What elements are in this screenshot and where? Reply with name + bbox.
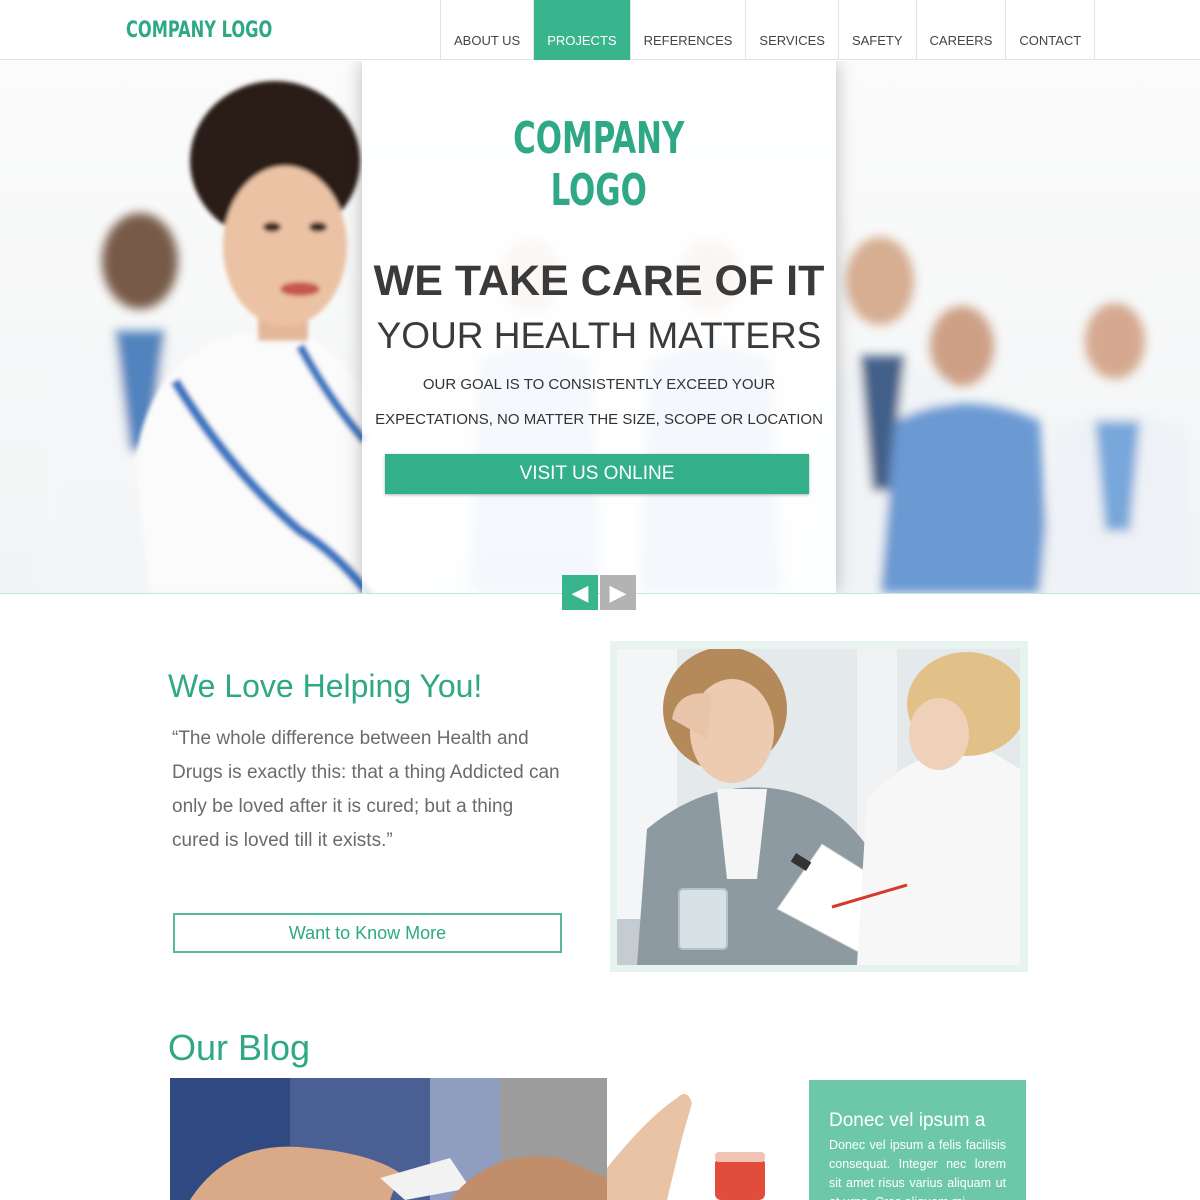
patient-consultation-image bbox=[617, 649, 1020, 965]
slider-next-arrow-icon[interactable]: ▶ bbox=[600, 575, 636, 610]
nav-about-us[interactable]: ABOUT US bbox=[440, 0, 533, 60]
about-photo-frame bbox=[610, 641, 1028, 972]
slider-prev-arrow-icon[interactable]: ◀ bbox=[562, 575, 598, 610]
nav-projects[interactable]: PROJECTS bbox=[533, 0, 630, 60]
about-photo bbox=[617, 649, 1020, 965]
nav-contact[interactable]: CONTACT bbox=[1005, 0, 1096, 60]
nav-careers[interactable]: CAREERS bbox=[915, 0, 1006, 60]
nav-services[interactable]: SERVICES bbox=[745, 0, 838, 60]
hero-logo: COMPANY LOGO bbox=[362, 113, 836, 217]
hero-slider: COMPANY LOGO WE TAKE CARE OF IT YOUR HEA… bbox=[0, 61, 1200, 593]
blog-photo-main[interactable] bbox=[170, 1078, 607, 1200]
blog-card-text: Donec vel ipsum a felis facilisis conseq… bbox=[829, 1138, 1006, 1200]
refusing-drink-image bbox=[607, 1094, 765, 1200]
hands-exchange-image bbox=[170, 1078, 607, 1200]
blog-card[interactable]: Donec vel ipsum a Donec vel ipsum a feli… bbox=[809, 1080, 1026, 1200]
blog-photo-secondary bbox=[607, 1078, 797, 1200]
nav-safety[interactable]: SAFETY bbox=[837, 0, 916, 60]
hero-logo-line2: LOGO bbox=[550, 165, 648, 216]
main-nav: ABOUT US PROJECTS REFERENCES SERVICES SA… bbox=[440, 0, 1096, 60]
want-to-know-more-button[interactable]: Want to Know More bbox=[173, 913, 562, 953]
company-logo[interactable]: COMPANY LOGO bbox=[126, 18, 272, 43]
nav-references[interactable]: REFERENCES bbox=[629, 0, 746, 60]
blog-card-title: Donec vel ipsum a bbox=[829, 1110, 986, 1131]
blog-title: Our Blog bbox=[168, 1027, 311, 1068]
hero-logo-line1: COMPANY bbox=[513, 113, 685, 164]
hero-card: COMPANY LOGO WE TAKE CARE OF IT YOUR HEA… bbox=[362, 61, 836, 593]
about-title: We Love Helping You! bbox=[168, 668, 483, 704]
about-quote: “The whole difference between Health and… bbox=[172, 728, 560, 851]
hero-subheadline: YOUR HEALTH MATTERS bbox=[376, 315, 822, 356]
hero-description: OUR GOAL IS TO CONSISTENTLY EXCEED YOUR … bbox=[375, 376, 823, 428]
hero-headline: WE TAKE CARE OF IT bbox=[373, 257, 825, 305]
site-header: COMPANY LOGO ABOUT US PROJECTS REFERENCE… bbox=[0, 0, 1200, 60]
visit-us-online-button[interactable]: VISIT US ONLINE bbox=[385, 454, 809, 494]
